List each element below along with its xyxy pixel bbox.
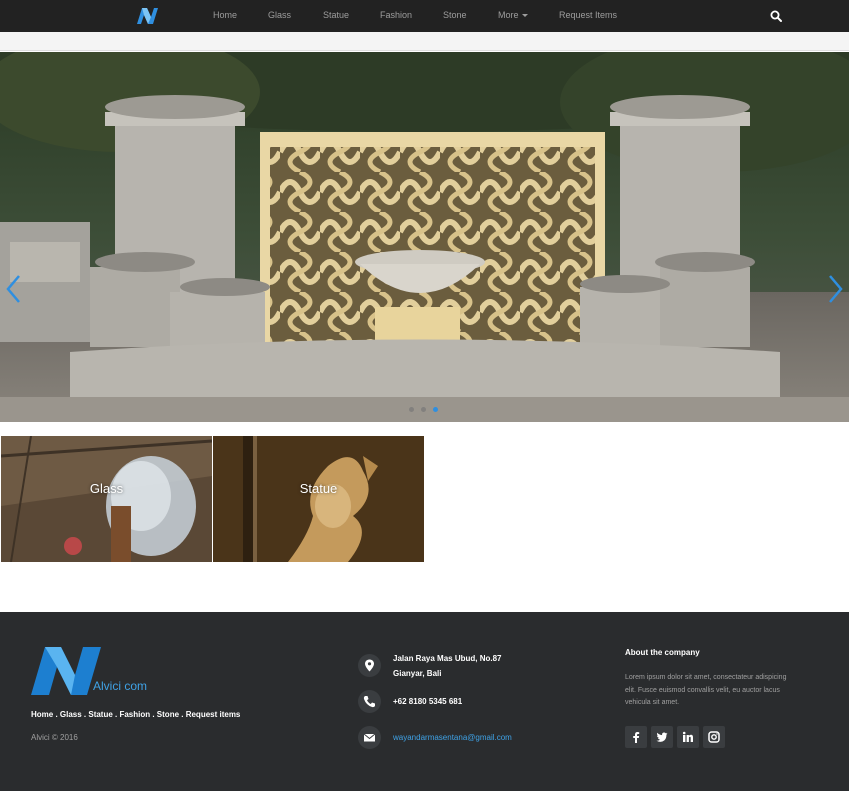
linkedin-icon: [682, 731, 693, 742]
caret-down-icon: [521, 14, 528, 18]
carousel-dot-active[interactable]: [433, 407, 438, 412]
address-line1: Jalan Raya Mas Ubud, No.87: [393, 654, 502, 663]
carousel-dot[interactable]: [409, 407, 414, 412]
nav-fashion[interactable]: Fashion: [380, 10, 412, 20]
nav-request-items[interactable]: Request Items: [559, 10, 617, 20]
nav-more-label: More: [498, 10, 519, 20]
hero-carousel[interactable]: [0, 52, 849, 422]
linkedin-button[interactable]: [677, 726, 699, 748]
search-icon[interactable]: [770, 10, 782, 22]
instagram-button[interactable]: [703, 726, 725, 748]
statue-tile-image: [213, 436, 424, 562]
site-footer: Alvici com Home . Glass . Statue . Fashi…: [0, 612, 849, 791]
glass-tile-image: [1, 436, 212, 562]
phone-icon: [363, 696, 375, 708]
category-tile-glass[interactable]: Glass: [1, 436, 212, 562]
brand-logo-icon[interactable]: [137, 8, 158, 24]
carousel-slide-image: [0, 52, 849, 422]
nav-stone[interactable]: Stone: [443, 10, 467, 20]
footer-copyright: Alvici © 2016: [31, 733, 78, 742]
envelope-icon: [363, 733, 376, 742]
facebook-icon: [633, 732, 640, 743]
nav-statue[interactable]: Statue: [323, 10, 349, 20]
address-line2: Gianyar, Bali: [393, 669, 442, 678]
twitter-button[interactable]: [651, 726, 673, 748]
about-title: About the company: [625, 648, 700, 657]
top-navbar: Home Glass Statue Fashion Stone More Req…: [0, 0, 849, 32]
nav-more-dropdown[interactable]: More: [498, 10, 528, 20]
tile-label-glass: Glass: [89, 481, 124, 496]
carousel-prev-icon[interactable]: [4, 274, 24, 304]
footer-brand: Alvici com: [93, 679, 148, 693]
email-link[interactable]: wayandarmasentana@gmail.com: [393, 733, 512, 742]
twitter-icon: [656, 732, 668, 742]
carousel-next-icon[interactable]: [825, 274, 845, 304]
phone-number: +62 8180 5345 681: [393, 697, 463, 706]
map-marker-icon: [365, 659, 374, 672]
category-tile-statue[interactable]: Statue: [213, 436, 424, 562]
carousel-dot[interactable]: [421, 407, 426, 412]
facebook-button[interactable]: [625, 726, 647, 748]
footer-nav[interactable]: Home . Glass . Statue . Fashion . Stone …: [31, 710, 240, 719]
about-text: Lorem ipsum dolor sit amet, consectateur…: [625, 674, 787, 706]
contact-email: [358, 726, 381, 749]
nav-home[interactable]: Home: [213, 10, 237, 20]
sub-bar: [0, 32, 849, 51]
nav-glass[interactable]: Glass: [268, 10, 291, 20]
contact-location: [358, 654, 381, 677]
contact-phone: [358, 690, 381, 713]
tile-label-statue: Statue: [299, 481, 338, 496]
instagram-icon: [708, 731, 720, 743]
